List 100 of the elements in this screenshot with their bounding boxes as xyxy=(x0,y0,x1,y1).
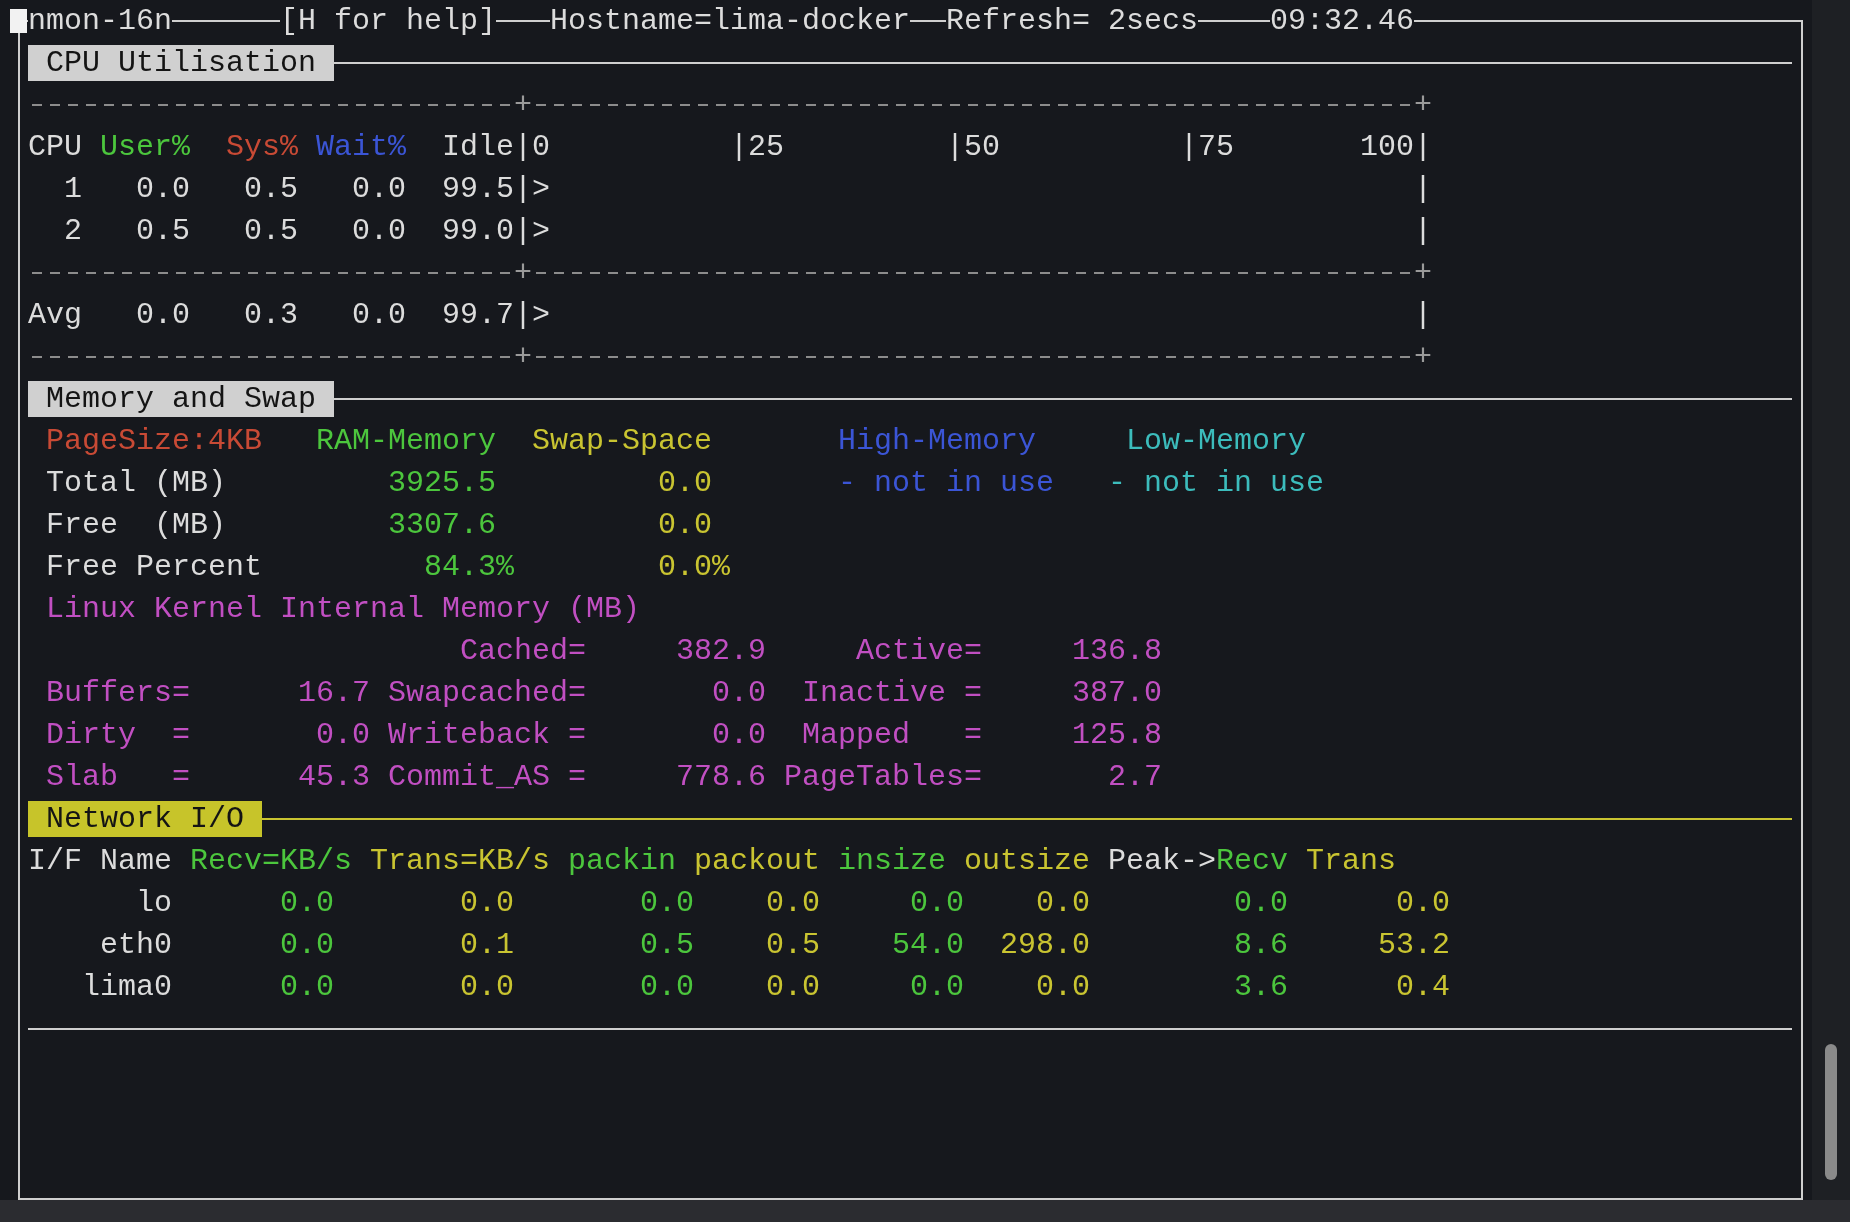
metric-value: 136.8 xyxy=(1072,636,1162,666)
separator-junction: + xyxy=(514,90,532,120)
table-cell: 0.0 xyxy=(460,888,514,918)
table-cell: 0.0 xyxy=(766,888,820,918)
help-hint: [H for help] xyxy=(280,6,496,36)
metric-label: Swapcached= xyxy=(388,678,586,708)
table-cell: 0.0 xyxy=(1036,888,1090,918)
column-header: RAM-Memory xyxy=(316,426,496,456)
column-header: Recv=KB/s xyxy=(190,846,352,876)
column-header: outsize xyxy=(964,846,1090,876)
column-header: Trans xyxy=(1306,846,1396,876)
table-cell: 0.0 xyxy=(910,972,964,1002)
table-cell: 3925.5 xyxy=(388,468,496,498)
column-header: I/F Name xyxy=(28,846,172,876)
column-header: CPU xyxy=(28,132,82,162)
column-header: User% xyxy=(100,132,190,162)
section-title: Memory and Swap xyxy=(28,381,334,417)
column-header: Idle xyxy=(442,132,514,162)
metric-label: Inactive = xyxy=(802,678,982,708)
column-header: Wait% xyxy=(316,132,406,162)
table-cell: 0.0 xyxy=(460,972,514,1002)
metric-value: 45.3 xyxy=(298,762,370,792)
column-header: packin xyxy=(568,846,676,876)
scale-label: |0 xyxy=(514,132,550,162)
subsection-title: Linux Kernel Internal Memory (MB) xyxy=(46,594,640,624)
metric-value: 16.7 xyxy=(298,678,370,708)
column-header: Low-Memory xyxy=(1126,426,1306,456)
table-cell: - not in use xyxy=(838,468,1054,498)
row-label: Free (MB) xyxy=(46,510,226,540)
scale-label: |50 xyxy=(946,132,1000,162)
metric-value: 0.0 xyxy=(316,720,370,750)
table-cell: 0.0 xyxy=(658,468,712,498)
table-cell: 0.0 xyxy=(280,930,334,960)
table-cell: 0.0 xyxy=(1234,888,1288,918)
column-header: Swap-Space xyxy=(532,426,712,456)
table-cell: 99.0 xyxy=(442,216,514,246)
page-size: PageSize:4KB xyxy=(46,426,262,456)
metric-label: Buffers= xyxy=(46,678,190,708)
section-title: Network I/O xyxy=(28,801,262,837)
table-cell: 8.6 xyxy=(1234,930,1288,960)
metric-value: 0.0 xyxy=(712,720,766,750)
row-label: Free Percent xyxy=(46,552,262,582)
table-cell: 1 xyxy=(64,174,82,204)
bar-edge: | xyxy=(1414,300,1432,330)
metric-label: Slab = xyxy=(46,762,190,792)
table-cell: 99.7 xyxy=(442,300,514,330)
table-cell: 0.5 xyxy=(244,174,298,204)
metric-value: 778.6 xyxy=(676,762,766,792)
table-cell: 0.0 xyxy=(280,972,334,1002)
table-cell: 0.0 xyxy=(658,510,712,540)
text-cursor xyxy=(10,9,27,33)
table-cell: 0.0 xyxy=(1396,888,1450,918)
scrollbar[interactable] xyxy=(1812,0,1850,1200)
table-cell: 0.1 xyxy=(460,930,514,960)
table-cell: 0.4 xyxy=(1396,972,1450,1002)
bar-marker-text: |> xyxy=(514,174,550,204)
column-header: packout xyxy=(694,846,820,876)
interface-name: lo xyxy=(136,888,172,918)
table-cell: 2 xyxy=(64,216,82,246)
table-cell: 0.5 xyxy=(766,930,820,960)
scrollbar-thumb[interactable] xyxy=(1825,1044,1837,1180)
metric-label: PageTables= xyxy=(784,762,982,792)
section-title: CPU Utilisation xyxy=(28,45,334,81)
bar-marker-text: |> xyxy=(514,300,550,330)
table-cell: 0.0 xyxy=(766,972,820,1002)
interface-name: eth0 xyxy=(100,930,172,960)
table-cell: 0.0 xyxy=(136,174,190,204)
column-header: Sys% xyxy=(226,132,298,162)
scale-label: 100| xyxy=(1360,132,1432,162)
table-cell: 0.0 xyxy=(910,888,964,918)
metric-label: Writeback = xyxy=(388,720,586,750)
table-cell: 84.3% xyxy=(424,552,514,582)
metric-value: 387.0 xyxy=(1072,678,1162,708)
metric-value: 0.0 xyxy=(712,678,766,708)
column-header: Recv xyxy=(1216,846,1288,876)
table-cell: 3.6 xyxy=(1234,972,1288,1002)
bar-edge: | xyxy=(1414,174,1432,204)
separator-junction: + xyxy=(514,342,532,372)
separator-junction: + xyxy=(514,258,532,288)
table-cell: 0.0 xyxy=(1036,972,1090,1002)
table-cell: 0.0% xyxy=(658,552,730,582)
table-cell: 3307.6 xyxy=(388,510,496,540)
table-cell: 0.5 xyxy=(136,216,190,246)
metric-value: 125.8 xyxy=(1072,720,1162,750)
table-cell: 0.0 xyxy=(352,216,406,246)
table-cell: 0.5 xyxy=(244,216,298,246)
table-cell: 0.0 xyxy=(136,300,190,330)
column-header: High-Memory xyxy=(838,426,1036,456)
table-cell: 298.0 xyxy=(1000,930,1090,960)
table-cell: 0.3 xyxy=(244,300,298,330)
scale-label: |75 xyxy=(1180,132,1234,162)
table-cell: 53.2 xyxy=(1378,930,1450,960)
column-header: Trans=KB/s xyxy=(370,846,550,876)
metric-label: Commit_AS = xyxy=(388,762,586,792)
scale-label: |25 xyxy=(730,132,784,162)
row-label: Total (MB) xyxy=(46,468,226,498)
column-header: Peak-> xyxy=(1108,846,1216,876)
metric-label: Mapped = xyxy=(802,720,982,750)
column-header: insize xyxy=(838,846,946,876)
separator-junction: + xyxy=(1414,342,1432,372)
